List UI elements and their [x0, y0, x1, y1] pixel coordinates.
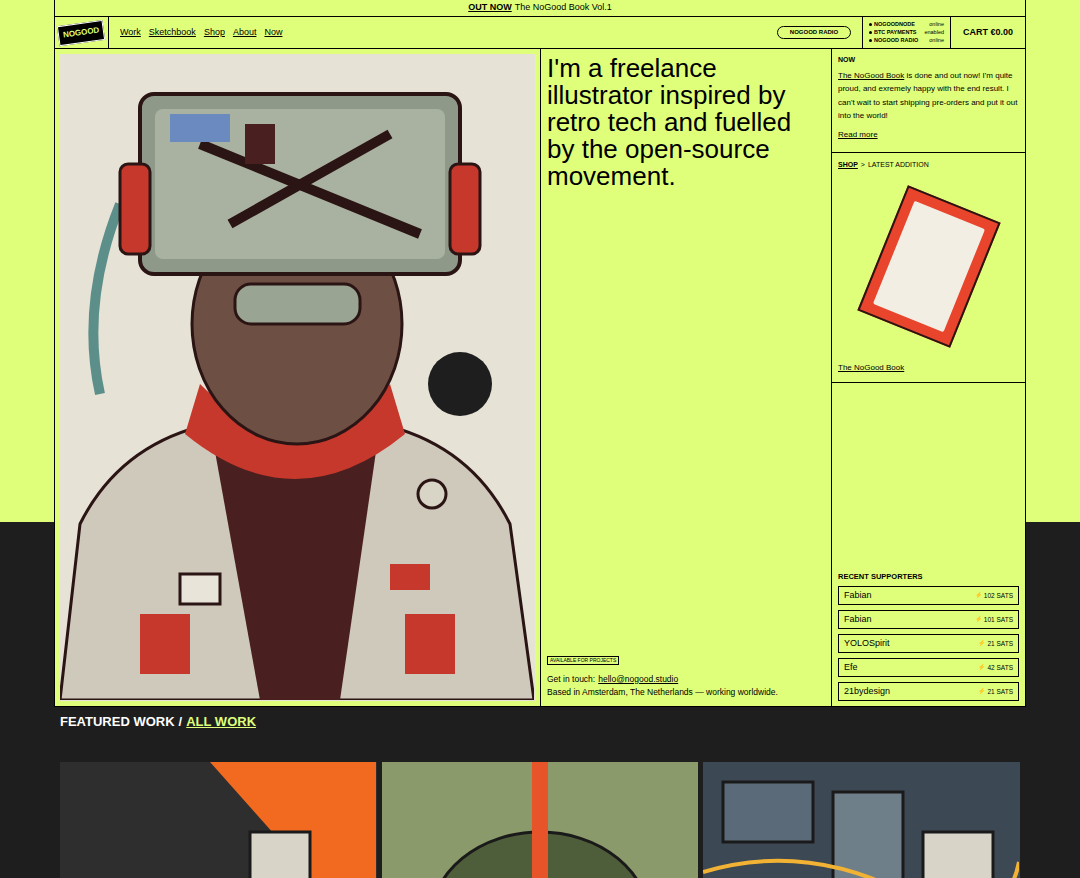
supporter-name: 21bydesign: [844, 685, 890, 699]
status-label: NOGOOD RADIO: [869, 37, 918, 44]
supporter-row[interactable]: Efe ⚡42 SATS: [838, 658, 1019, 677]
intro-column: I'm a freelance illustrator inspired by …: [541, 49, 832, 706]
supporter-sats: 21 SATS: [987, 639, 1013, 649]
supporter-row[interactable]: Fabian ⚡101 SATS: [838, 610, 1019, 629]
logo[interactable]: NOGOOD: [55, 17, 109, 48]
status-name: BTC PAYMENTS: [874, 29, 916, 36]
status-list: NOGOODNODEonlineBTC PAYMENTSenabledNOGOO…: [862, 17, 950, 48]
featured-heading: FEATURED WORK / ALL WORK: [54, 707, 1026, 762]
work-artwork-icon: [382, 762, 698, 878]
supporter-row[interactable]: YOLOSpirit ⚡21 SATS: [838, 634, 1019, 653]
now-section: NOW The NoGood Book is done and out now!…: [832, 49, 1025, 153]
supporter-amount: ⚡102 SATS: [975, 591, 1013, 601]
status-label: NOGOODNODE: [869, 21, 915, 28]
bolt-icon: ⚡: [975, 591, 982, 600]
status-dot-icon: [869, 31, 872, 34]
bolt-icon: ⚡: [975, 615, 982, 624]
announcement-text[interactable]: The NoGood Book Vol.1: [515, 1, 612, 15]
nav-link[interactable]: Now: [264, 26, 282, 40]
contact-block: AVAILABLE FOR PROJECTS Get in touch: hel…: [547, 656, 825, 700]
status-name: NOGOODNODE: [874, 21, 915, 28]
cart[interactable]: CART €0.00: [950, 17, 1025, 48]
status-dot-icon: [869, 23, 872, 26]
email-link[interactable]: hello@nogood.studio: [598, 673, 678, 686]
book-image[interactable]: [838, 171, 1019, 363]
supporters-section: RECENT SUPPORTERS Fabian⚡102 SATSFabian⚡…: [832, 571, 1025, 706]
work-card[interactable]: [703, 762, 1020, 878]
work-card[interactable]: [382, 762, 699, 878]
supporters-title: RECENT SUPPORTERS: [838, 571, 1019, 582]
headline: I'm a freelance illustrator inspired by …: [547, 55, 825, 190]
nav-link[interactable]: Sketchbook: [149, 26, 196, 40]
supporter-name: YOLOSpirit: [844, 637, 890, 651]
bolt-icon: ⚡: [978, 687, 985, 696]
status-state: online: [929, 21, 944, 28]
radio-button[interactable]: NOGOOD RADIO: [777, 26, 851, 39]
supporter-amount: ⚡21 SATS: [978, 639, 1013, 649]
supporter-row[interactable]: 21bydesign ⚡21 SATS: [838, 682, 1019, 701]
cart-label[interactable]: CART €0.00: [963, 26, 1013, 40]
supporter-name: Fabian: [844, 589, 872, 603]
book-icon[interactable]: [857, 185, 1000, 348]
status-row: NOGOODNODE online: [869, 21, 944, 28]
announcement-label[interactable]: OUT NOW: [468, 1, 512, 15]
radio-area: NOGOOD RADIO: [777, 17, 862, 48]
supporter-sats: 42 SATS: [987, 663, 1013, 673]
now-text: The NoGood Book is done and out now! I'm…: [838, 69, 1019, 123]
shop-title: LATEST ADDITION: [868, 160, 929, 171]
work-artwork-icon: [60, 762, 376, 878]
announcement-bar[interactable]: OUT NOW The NoGood Book Vol.1: [55, 0, 1025, 17]
status-dot-icon: [869, 39, 872, 42]
status-state: online: [929, 37, 944, 44]
featured-cards: [54, 762, 1026, 878]
work-card[interactable]: [60, 762, 377, 878]
now-link[interactable]: The NoGood Book: [838, 71, 904, 80]
hero-illustration-icon: [60, 54, 534, 700]
featured-title: FEATURED WORK: [60, 712, 175, 762]
status-name: NOGOOD RADIO: [874, 37, 918, 44]
shop-heading: SHOP > LATEST ADDITION: [838, 160, 1019, 171]
contact-label: Get in touch:: [547, 673, 595, 686]
hero-illustration: [60, 54, 535, 701]
bolt-icon: ⚡: [978, 639, 985, 648]
shop-section: SHOP > LATEST ADDITION The NoGood Book: [832, 153, 1025, 383]
now-title: NOW: [838, 55, 1019, 66]
nav-link[interactable]: Shop: [204, 26, 225, 40]
main-row: I'm a freelance illustrator inspired by …: [55, 49, 1025, 707]
supporter-name: Fabian: [844, 613, 872, 627]
supporter-amount: ⚡42 SATS: [978, 663, 1013, 673]
featured-section: FEATURED WORK / ALL WORK: [54, 707, 1026, 878]
nav-link[interactable]: Work: [120, 26, 141, 40]
contact-line: Get in touch: hello@nogood.studio: [547, 673, 678, 686]
supporter-sats: 21 SATS: [987, 687, 1013, 697]
status-row: BTC PAYMENTS enabled: [869, 29, 944, 36]
status-state: enabled: [924, 29, 944, 36]
supporter-amount: ⚡101 SATS: [975, 615, 1013, 625]
supporter-row[interactable]: Fabian ⚡102 SATS: [838, 586, 1019, 605]
shop-link[interactable]: SHOP: [838, 160, 858, 171]
supporter-sats: 102 SATS: [984, 591, 1013, 601]
nav-link[interactable]: About: [233, 26, 257, 40]
all-work-link[interactable]: ALL WORK: [186, 712, 256, 762]
status-label: BTC PAYMENTS: [869, 29, 916, 36]
work-artwork-icon: [703, 762, 1019, 878]
nav-links: Work Sketchbook Shop About Now: [109, 17, 282, 48]
page-frame: OUT NOW The NoGood Book Vol.1 NOGOOD Wor…: [54, 0, 1026, 707]
featured-separator: /: [179, 712, 183, 762]
bolt-icon: ⚡: [978, 663, 985, 672]
read-more-link[interactable]: Read more: [838, 129, 1019, 141]
supporter-name: Efe: [844, 661, 858, 675]
availability-badge: AVAILABLE FOR PROJECTS: [547, 656, 619, 665]
sidebar: NOW The NoGood Book is done and out now!…: [832, 49, 1025, 706]
supporter-amount: ⚡21 SATS: [978, 687, 1013, 697]
product-link[interactable]: The NoGood Book: [838, 362, 1019, 382]
status-row: NOGOOD RADIO online: [869, 37, 944, 44]
nav-bar: NOGOOD Work Sketchbook Shop About Now NOGOOD…: [55, 17, 1025, 49]
shop-separator: >: [861, 160, 865, 171]
supporters-list: Fabian⚡102 SATSFabian⚡101 SATSYOLOSpirit…: [838, 586, 1019, 701]
supporter-sats: 101 SATS: [984, 615, 1013, 625]
location: Based in Amsterdam, The Netherlands — wo…: [547, 686, 778, 699]
logo-text[interactable]: NOGOOD: [57, 19, 106, 45]
hero-image-cell: [55, 49, 541, 706]
